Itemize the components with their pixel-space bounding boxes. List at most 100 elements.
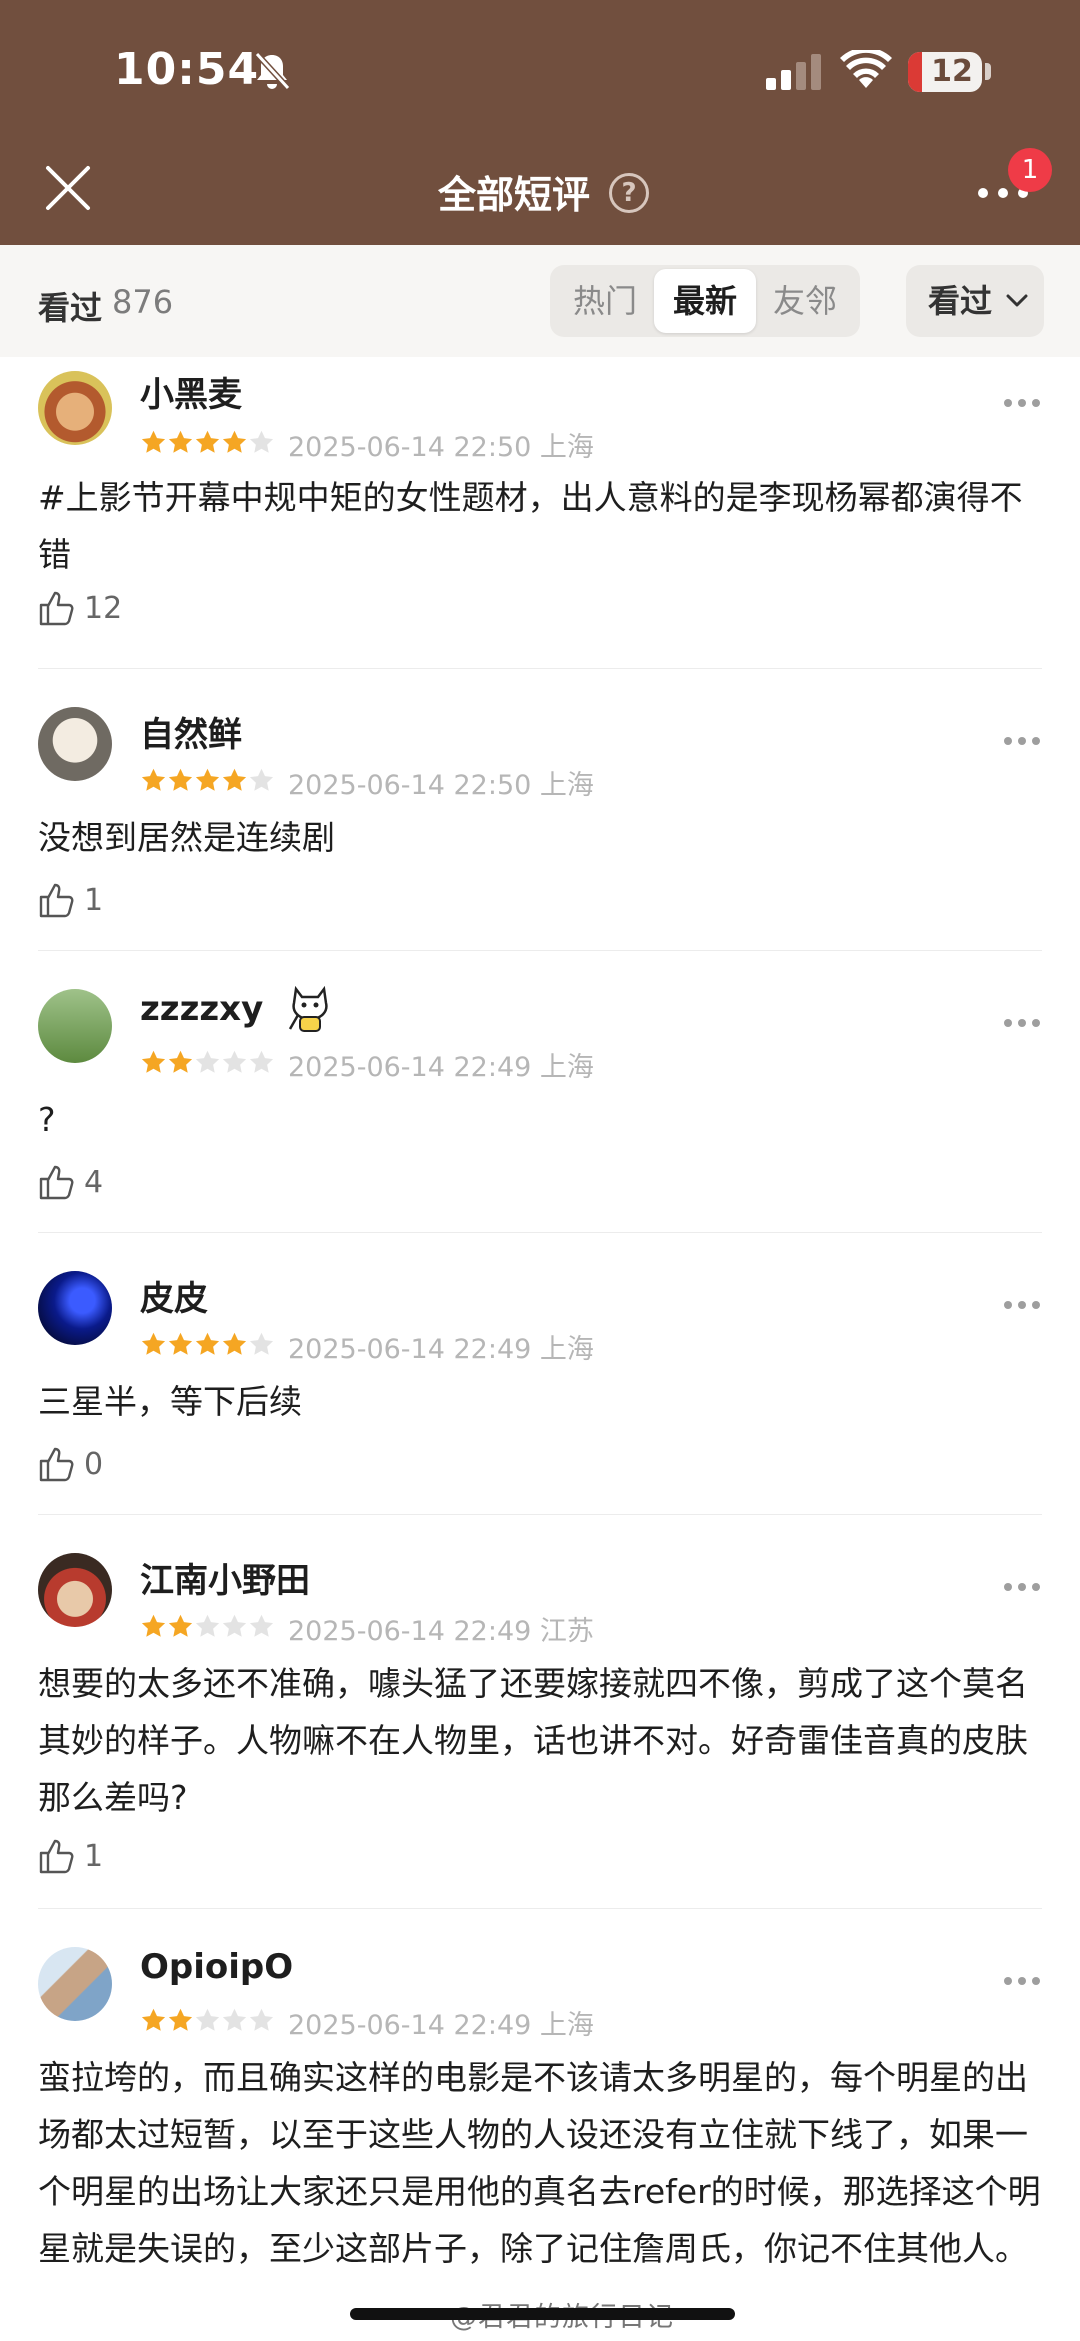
bell-off-icon xyxy=(254,51,291,91)
star-filled-icon xyxy=(141,1614,166,1637)
star-filled-icon xyxy=(195,430,220,453)
star-filled-icon xyxy=(195,768,220,791)
review-item: 自然鲜 2025-06-14 22:50 上海 没想到居然是连续剧 1 xyxy=(38,669,1042,951)
star-rating xyxy=(140,2007,275,2035)
like-button[interactable]: 12 xyxy=(38,589,158,629)
more-dot xyxy=(1032,1977,1040,1985)
more-dot xyxy=(1004,1301,1012,1309)
review-item: zzzzxy 2025-06-14 22:49 上海 ? 4 xyxy=(38,951,1042,1233)
avatar[interactable] xyxy=(38,707,112,781)
notification-badge: 1 xyxy=(1008,148,1052,192)
like-button[interactable]: 4 xyxy=(38,1163,138,1203)
review-location: 上海 xyxy=(539,1334,594,1365)
review-item: 江南小野田 2025-06-14 22:49 江苏 想要的太多还不准确，噱头猛了… xyxy=(38,1515,1042,1909)
avatar[interactable] xyxy=(38,1271,112,1345)
review-item: 皮皮 2025-06-14 22:49 上海 三星半，等下后续 0 xyxy=(38,1233,1042,1515)
home-indicator[interactable] xyxy=(350,2308,735,2320)
like-count: 1 xyxy=(84,1839,104,1874)
more-dot xyxy=(1018,1583,1026,1591)
star-filled-icon xyxy=(141,1050,166,1073)
review-more-button[interactable] xyxy=(1002,735,1042,747)
status-dropdown[interactable]: 看过 xyxy=(906,265,1044,337)
star-filled-icon xyxy=(141,430,166,453)
thumbs-up-icon xyxy=(39,883,74,918)
close-icon[interactable] xyxy=(40,160,96,216)
star-empty-icon xyxy=(222,2008,247,2031)
star-filled-icon xyxy=(168,430,193,453)
star-filled-icon xyxy=(222,430,247,453)
more-dot xyxy=(1032,1301,1040,1309)
more-dot xyxy=(1032,1583,1040,1591)
more-dot xyxy=(1018,737,1026,745)
help-icon[interactable]: ? xyxy=(609,173,649,213)
review-meta: 2025-06-14 22:49 上海 xyxy=(288,2003,594,2042)
review-location: 上海 xyxy=(539,770,594,801)
page-title-text: 全部短评 xyxy=(437,173,590,217)
username[interactable]: OpioipO xyxy=(140,1947,293,1987)
username[interactable]: 江南小野田 xyxy=(140,1553,310,1602)
app-header: 10:54 12 全部短评 ? 1 xyxy=(0,0,1080,245)
review-date: 2025-06-14 22:49 xyxy=(288,2010,532,2041)
avatar[interactable] xyxy=(38,1553,112,1627)
like-button[interactable]: 1 xyxy=(38,881,138,921)
tab-hot[interactable]: 热门 xyxy=(554,269,656,333)
review-text: 没想到居然是连续剧 xyxy=(38,818,335,857)
star-filled-icon xyxy=(168,1614,193,1637)
watched-label: 看过 xyxy=(38,289,103,327)
avatar[interactable] xyxy=(38,1947,112,2021)
more-dot xyxy=(1004,399,1012,407)
star-empty-icon xyxy=(195,1614,220,1637)
review-meta: 2025-06-14 22:49 上海 xyxy=(288,1327,594,1366)
review-more-button[interactable] xyxy=(1002,1017,1042,1029)
status-time: 10:54 xyxy=(114,44,260,95)
star-filled-icon xyxy=(168,1332,193,1355)
star-rating xyxy=(140,429,275,457)
star-empty-icon xyxy=(249,768,274,791)
review-text: 三星半，等下后续 xyxy=(38,1382,302,1421)
thumbs-up-icon xyxy=(39,591,74,626)
review-location: 上海 xyxy=(539,2010,594,2041)
more-dot xyxy=(1004,1583,1012,1591)
username[interactable]: 皮皮 xyxy=(140,1271,208,1320)
star-empty-icon xyxy=(249,1050,274,1073)
like-count: 12 xyxy=(84,591,123,626)
star-empty-icon xyxy=(195,2008,220,2031)
review-meta: 2025-06-14 22:49 江苏 xyxy=(288,1609,594,1648)
avatar[interactable] xyxy=(38,989,112,1063)
thumbs-up-icon xyxy=(39,1839,74,1874)
username[interactable]: 自然鲜 xyxy=(140,707,242,756)
review-more-button[interactable] xyxy=(1002,1581,1042,1593)
star-empty-icon xyxy=(249,430,274,453)
review-more-button[interactable] xyxy=(1002,1299,1042,1311)
star-empty-icon xyxy=(249,1332,274,1355)
star-filled-icon xyxy=(141,1332,166,1355)
review-text: #上影节开幕中规中矩的女性题材，出人意料的是李现杨幂都演得不错 xyxy=(38,478,1023,574)
tab-friends[interactable]: 友邻 xyxy=(754,269,856,333)
star-rating xyxy=(140,1331,275,1359)
star-rating xyxy=(140,1049,275,1077)
username[interactable]: zzzzxy xyxy=(140,989,263,1029)
review-more-button[interactable] xyxy=(1002,1975,1042,1987)
username[interactable]: 小黑麦 xyxy=(140,367,242,416)
battery-tip xyxy=(985,63,991,80)
review-location: 上海 xyxy=(539,432,594,463)
review-text: 想要的太多还不准确，噱头猛了还要嫁接就四不像，剪成了这个莫名其妙的样子。人物嘛不… xyxy=(38,1664,1028,1817)
star-rating xyxy=(140,767,275,795)
like-button[interactable]: 1 xyxy=(38,1837,138,1877)
cellular-signal-icon xyxy=(766,54,821,90)
review-item: 小黑麦 2025-06-14 22:50 上海 #上影节开幕中规中矩的女性题材，… xyxy=(38,357,1042,669)
tab-latest[interactable]: 最新 xyxy=(654,269,756,333)
more-dot xyxy=(1004,737,1012,745)
review-date: 2025-06-14 22:50 xyxy=(288,770,532,801)
cat-badge-icon xyxy=(288,985,328,1032)
review-date: 2025-06-14 22:49 xyxy=(288,1052,532,1083)
review-more-button[interactable] xyxy=(1002,397,1042,409)
review-date: 2025-06-14 22:49 xyxy=(288,1334,532,1365)
more-dot xyxy=(1004,1977,1012,1985)
like-button[interactable]: 0 xyxy=(38,1445,138,1485)
avatar[interactable] xyxy=(38,371,112,445)
star-filled-icon xyxy=(141,768,166,791)
more-dot xyxy=(978,188,988,198)
more-dot xyxy=(1032,737,1040,745)
star-filled-icon xyxy=(195,1332,220,1355)
